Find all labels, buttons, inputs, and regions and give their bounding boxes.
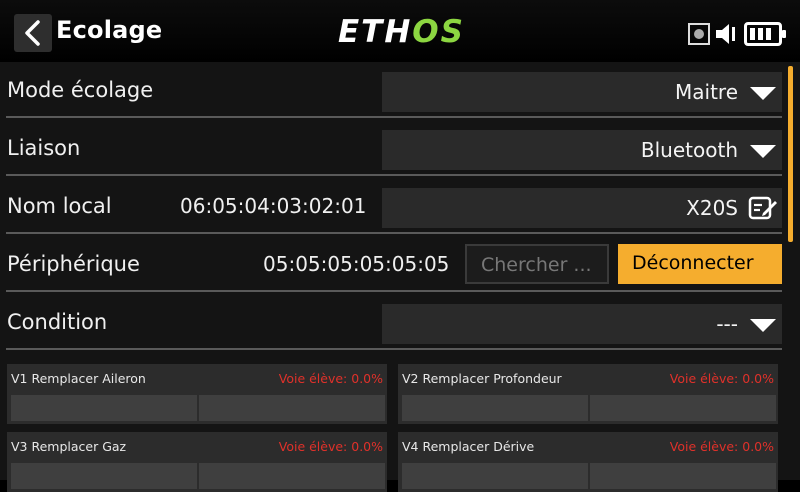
- header-bar: Ecolage ETHOS: [0, 0, 800, 62]
- trainer-mode-select[interactable]: Maitre: [382, 72, 782, 112]
- divider: [6, 348, 782, 350]
- search-button-label: Chercher ...: [481, 254, 592, 276]
- channel-bar-right: [590, 463, 776, 489]
- device-address: 05:05:05:05:05:05: [263, 252, 450, 276]
- disconnect-button-label: Déconnecter: [632, 252, 754, 274]
- chevron-down-icon: [750, 145, 776, 158]
- channel-bar-left: [11, 395, 197, 421]
- channel-bar-right: [199, 395, 385, 421]
- settings-panel: Mode écolage Maitre Liaison Bluetooth No…: [0, 62, 800, 492]
- volume-icon: [716, 24, 735, 44]
- row-trainer-mode: Mode écolage Maitre: [6, 62, 782, 118]
- link-label: Liaison: [7, 136, 81, 160]
- channel-label: V2 Remplacer Profondeur: [402, 371, 562, 386]
- channel-bar-right: [590, 395, 776, 421]
- channel-panel[interactable]: V1 Remplacer Aileron Voie élève: 0.0%: [7, 364, 387, 424]
- channel-status: Voie élève: 0.0%: [669, 371, 774, 386]
- battery-icon: [744, 22, 786, 46]
- condition-select[interactable]: ---: [382, 304, 782, 344]
- divider: [6, 174, 782, 176]
- row-condition: Condition ---: [6, 294, 782, 350]
- back-button[interactable]: [14, 14, 52, 52]
- channel-bar-right: [199, 463, 385, 489]
- edit-icon: [748, 196, 777, 220]
- row-local-name: Nom local 06:05:04:03:02:01 X20S: [6, 178, 782, 234]
- page-title: Ecolage: [56, 16, 163, 44]
- condition-label: Condition: [7, 310, 108, 334]
- local-address: 06:05:04:03:02:01: [180, 194, 367, 218]
- divider: [6, 116, 782, 118]
- search-button[interactable]: Chercher ...: [465, 244, 609, 284]
- channel-label: V4 Remplacer Dérive: [402, 439, 535, 454]
- channel-bar-left: [402, 463, 588, 489]
- record-icon: [688, 23, 710, 45]
- channel-status: Voie élève: 0.0%: [278, 439, 383, 454]
- device-label: Périphérique: [7, 252, 140, 276]
- disconnect-button[interactable]: Déconnecter: [618, 244, 782, 284]
- channel-bar-left: [402, 395, 588, 421]
- local-name-label: Nom local: [7, 194, 112, 218]
- chevron-down-icon: [750, 319, 776, 332]
- channel-status: Voie élève: 0.0%: [278, 371, 383, 386]
- local-name-field[interactable]: X20S: [382, 188, 782, 228]
- condition-value: ---: [716, 312, 738, 336]
- scrollbar[interactable]: [788, 66, 793, 242]
- status-icons: [688, 20, 786, 48]
- local-name-value: X20S: [686, 196, 738, 220]
- channel-status: Voie élève: 0.0%: [669, 439, 774, 454]
- divider: [6, 290, 782, 292]
- ethos-logo: ETHOS: [338, 14, 465, 50]
- chevron-down-icon: [750, 87, 776, 100]
- channel-label: V1 Remplacer Aileron: [11, 371, 146, 386]
- trainer-mode-value: Maitre: [675, 80, 738, 104]
- row-device: Périphérique 05:05:05:05:05:05 Chercher …: [6, 236, 782, 292]
- trainer-mode-label: Mode écolage: [7, 78, 154, 102]
- channel-label: V3 Remplacer Gaz: [11, 439, 127, 454]
- channel-panel[interactable]: V2 Remplacer Profondeur Voie élève: 0.0%: [398, 364, 778, 424]
- channel-panel[interactable]: V3 Remplacer Gaz Voie élève: 0.0%: [7, 432, 387, 492]
- divider: [6, 232, 782, 234]
- back-arrow-icon: [25, 20, 40, 46]
- row-link: Liaison Bluetooth: [6, 120, 782, 176]
- channel-bar-left: [11, 463, 197, 489]
- link-value: Bluetooth: [640, 138, 738, 162]
- channel-panel[interactable]: V4 Remplacer Dérive Voie élève: 0.0%: [398, 432, 778, 492]
- link-select[interactable]: Bluetooth: [382, 130, 782, 170]
